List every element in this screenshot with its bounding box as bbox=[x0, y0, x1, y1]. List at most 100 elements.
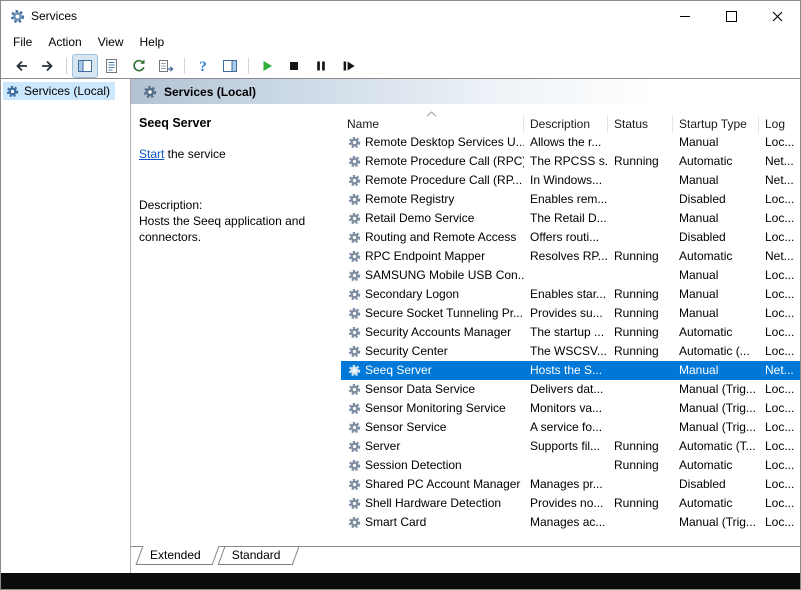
service-log-on-as: Loc... bbox=[759, 342, 800, 361]
service-row[interactable]: Sensor Monitoring ServiceMonitors va...M… bbox=[341, 399, 800, 418]
close-button[interactable] bbox=[754, 1, 800, 31]
service-status bbox=[608, 361, 673, 380]
service-row[interactable]: Remote RegistryEnables rem...DisabledLoc… bbox=[341, 190, 800, 209]
service-name-cell: Remote Procedure Call (RP... bbox=[341, 171, 524, 190]
service-description: Enables star... bbox=[524, 285, 608, 304]
service-row[interactable]: Security CenterThe WSCSV...RunningAutoma… bbox=[341, 342, 800, 361]
service-status: Running bbox=[608, 285, 673, 304]
service-startup-type: Manual (Trig... bbox=[673, 418, 759, 437]
menu-action[interactable]: Action bbox=[40, 32, 89, 52]
service-rows: Remote Desktop Services U...Allows the r… bbox=[341, 133, 800, 546]
properties-icon[interactable] bbox=[100, 55, 124, 77]
pause-service-icon[interactable] bbox=[309, 55, 333, 77]
service-log-on-as: Loc... bbox=[759, 190, 800, 209]
service-row[interactable]: Remote Procedure Call (RP...In Windows..… bbox=[341, 171, 800, 190]
column-header-log-on-as[interactable]: Log bbox=[759, 116, 800, 133]
service-row[interactable]: Routing and Remote AccessOffers routi...… bbox=[341, 228, 800, 247]
service-name: SAMSUNG Mobile USB Con... bbox=[365, 266, 524, 285]
service-row[interactable]: SAMSUNG Mobile USB Con...ManualLoc... bbox=[341, 266, 800, 285]
service-row[interactable]: Secondary LogonEnables star...RunningMan… bbox=[341, 285, 800, 304]
refresh-icon[interactable] bbox=[127, 55, 151, 77]
show-hide-console-tree-icon[interactable] bbox=[73, 55, 97, 77]
tab-extended[interactable]: Extended bbox=[139, 547, 216, 565]
service-name-cell: Security Accounts Manager bbox=[341, 323, 524, 342]
close-icon bbox=[772, 11, 783, 22]
service-description bbox=[524, 266, 608, 285]
service-name-cell: Secondary Logon bbox=[341, 285, 524, 304]
service-log-on-as: Loc... bbox=[759, 380, 800, 399]
service-startup-type: Manual bbox=[673, 209, 759, 228]
description-text: Hosts the Seeq application and connector… bbox=[139, 213, 331, 245]
service-name-cell: Security Center bbox=[341, 342, 524, 361]
service-description: Monitors va... bbox=[524, 399, 608, 418]
start-service-icon[interactable] bbox=[255, 55, 279, 77]
service-name: Secure Socket Tunneling Pr... bbox=[365, 304, 524, 323]
service-description: Offers routi... bbox=[524, 228, 608, 247]
service-startup-type: Manual (Trig... bbox=[673, 513, 759, 532]
service-description: The WSCSV... bbox=[524, 342, 608, 361]
service-name-cell: Sensor Data Service bbox=[341, 380, 524, 399]
service-row[interactable]: Sensor ServiceA service fo...Manual (Tri… bbox=[341, 418, 800, 437]
menu-file[interactable]: File bbox=[5, 32, 40, 52]
restart-service-icon[interactable] bbox=[336, 55, 360, 77]
service-startup-type: Disabled bbox=[673, 190, 759, 209]
service-row[interactable]: RPC Endpoint MapperResolves RP...Running… bbox=[341, 247, 800, 266]
start-service-link[interactable]: Start bbox=[139, 147, 164, 161]
show-hide-action-pane-icon[interactable] bbox=[218, 55, 242, 77]
service-startup-type: Manual bbox=[673, 266, 759, 285]
column-header-description[interactable]: Description bbox=[524, 116, 608, 133]
services-list: Name Description Status Startup Type Log… bbox=[341, 104, 800, 546]
service-startup-type: Automatic bbox=[673, 247, 759, 266]
service-log-on-as: Loc... bbox=[759, 304, 800, 323]
service-description: Supports fil... bbox=[524, 437, 608, 456]
tree-item-services-local[interactable]: Services (Local) bbox=[3, 82, 115, 100]
sort-ascending-icon bbox=[426, 106, 437, 120]
service-name: Routing and Remote Access bbox=[365, 228, 524, 247]
service-status: Running bbox=[608, 342, 673, 361]
menu-help[interactable]: Help bbox=[132, 32, 173, 52]
back-icon[interactable] bbox=[9, 55, 33, 77]
service-row[interactable]: Smart CardManages ac...Manual (Trig...Lo… bbox=[341, 513, 800, 532]
service-row[interactable]: Seeq ServerHosts the S...ManualNet... bbox=[341, 361, 800, 380]
services-window: Services File Action View Help ? Service… bbox=[0, 0, 801, 590]
service-name: Seeq Server bbox=[365, 361, 524, 380]
service-row[interactable]: Retail Demo ServiceThe Retail D...Manual… bbox=[341, 209, 800, 228]
help-icon[interactable]: ? bbox=[191, 55, 215, 77]
header-title: Services (Local) bbox=[164, 85, 256, 99]
service-row[interactable]: ServerSupports fil...RunningAutomatic (T… bbox=[341, 437, 800, 456]
service-row[interactable]: Security Accounts ManagerThe startup ...… bbox=[341, 323, 800, 342]
service-status bbox=[608, 266, 673, 285]
service-startup-type: Disabled bbox=[673, 475, 759, 494]
service-row[interactable]: Sensor Data ServiceDelivers dat...Manual… bbox=[341, 380, 800, 399]
menu-view[interactable]: View bbox=[90, 32, 132, 52]
stop-service-icon[interactable] bbox=[282, 55, 306, 77]
title-bar: Services bbox=[1, 1, 800, 31]
service-gear-icon bbox=[348, 326, 361, 339]
service-action-line: Start the service bbox=[139, 147, 331, 161]
service-gear-icon bbox=[348, 516, 361, 529]
service-status bbox=[608, 228, 673, 247]
service-row[interactable]: Shell Hardware DetectionProvides no...Ru… bbox=[341, 494, 800, 513]
service-gear-icon bbox=[348, 250, 361, 263]
service-row[interactable]: Remote Procedure Call (RPC)The RPCSS s..… bbox=[341, 152, 800, 171]
service-status bbox=[608, 209, 673, 228]
forward-icon[interactable] bbox=[36, 55, 60, 77]
service-row[interactable]: Remote Desktop Services U...Allows the r… bbox=[341, 133, 800, 152]
column-header-status[interactable]: Status bbox=[608, 116, 673, 133]
service-log-on-as: Loc... bbox=[759, 513, 800, 532]
service-row[interactable]: Shared PC Account ManagerManages pr...Di… bbox=[341, 475, 800, 494]
minimize-button[interactable] bbox=[662, 1, 708, 31]
service-row[interactable]: Secure Socket Tunneling Pr...Provides su… bbox=[341, 304, 800, 323]
export-list-icon[interactable] bbox=[154, 55, 178, 77]
window-title: Services bbox=[31, 9, 77, 23]
service-log-on-as: Loc... bbox=[759, 399, 800, 418]
tab-standard[interactable]: Standard bbox=[221, 547, 296, 565]
service-gear-icon bbox=[348, 383, 361, 396]
service-description bbox=[524, 456, 608, 475]
service-name-cell: Retail Demo Service bbox=[341, 209, 524, 228]
service-status bbox=[608, 418, 673, 437]
column-header-startup-type[interactable]: Startup Type bbox=[673, 116, 759, 133]
service-row[interactable]: Session DetectionRunningAutomaticLoc... bbox=[341, 456, 800, 475]
maximize-button[interactable] bbox=[708, 1, 754, 31]
service-gear-icon bbox=[348, 174, 361, 187]
